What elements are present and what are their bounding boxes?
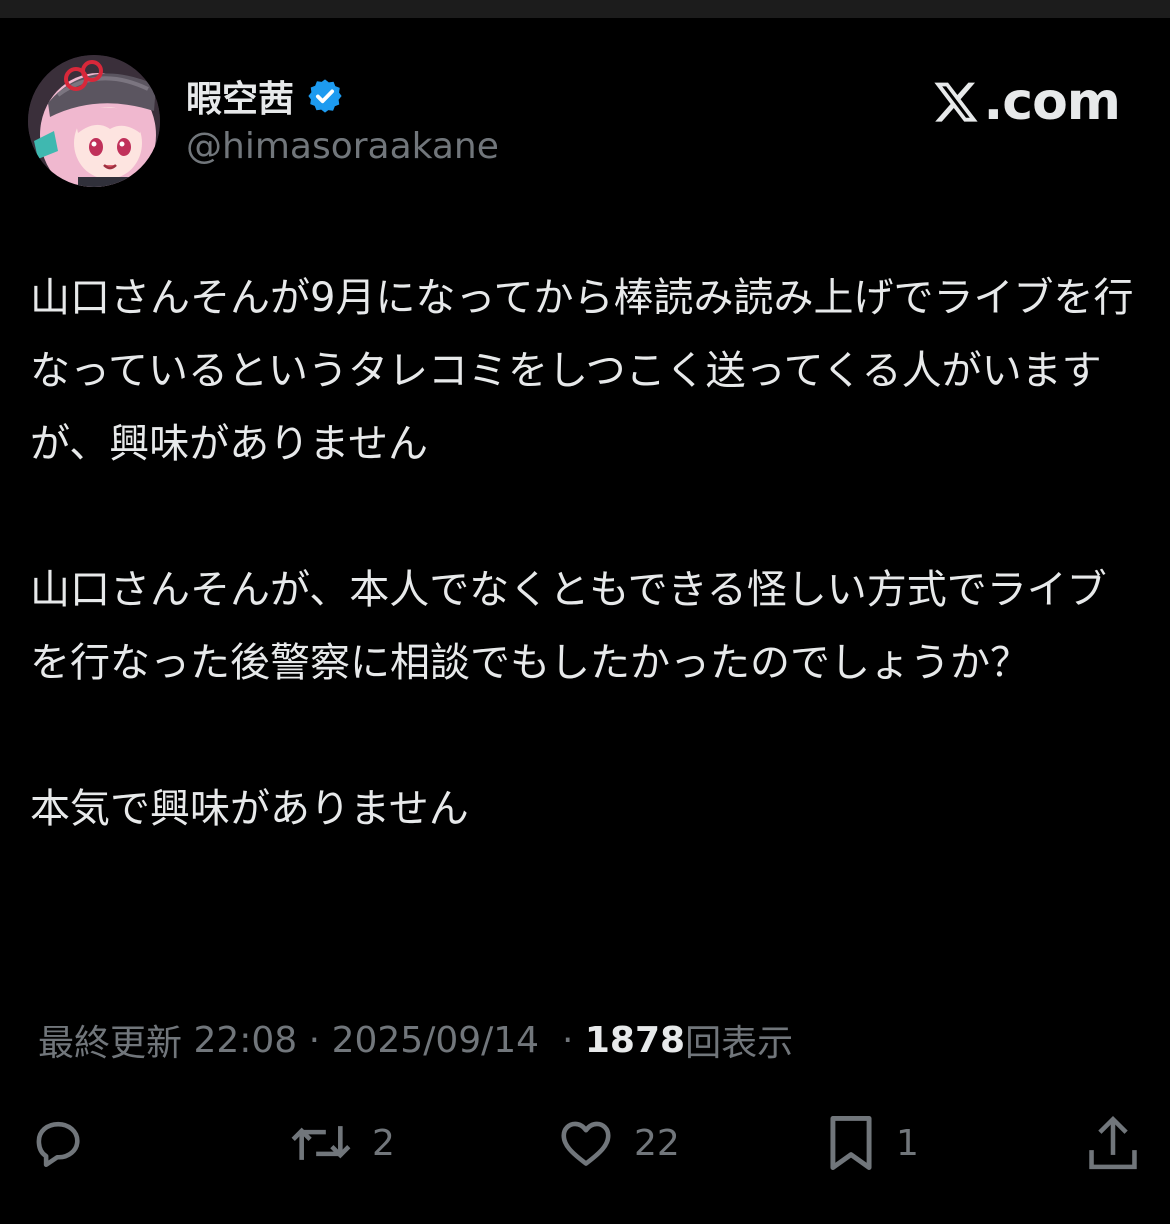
x-logo-icon — [933, 82, 978, 122]
meta-separator: · — [308, 1019, 321, 1061]
author-name-row: 暇空茜 — [186, 70, 344, 122]
tweet-paragraph: 本気で興味がありません — [30, 786, 469, 832]
author-handle[interactable]: @himasoraakane — [186, 126, 499, 167]
like-count: 22 — [634, 1122, 680, 1164]
brand-text: .com — [983, 72, 1121, 132]
bookmark-count: 1 — [896, 1122, 919, 1164]
heart-icon — [561, 1121, 611, 1166]
reply-icon — [36, 1121, 80, 1168]
anime-girl-avatar — [28, 55, 160, 187]
action-bar: 2 22 1 — [0, 1108, 1170, 1178]
tweet-date[interactable]: 2025/09/14 — [332, 1020, 540, 1061]
brand-watermark: .com — [932, 72, 1121, 132]
last-updated-label: 最終更新 — [38, 1023, 183, 1064]
like-button[interactable]: 22 — [556, 1108, 680, 1178]
tweet-time[interactable]: 22:08 — [193, 1020, 297, 1061]
view-label: 回表示 — [685, 1023, 794, 1064]
share-icon — [1089, 1115, 1137, 1170]
share-button[interactable] — [1084, 1108, 1142, 1178]
tweet-paragraph: 山口さんそんが9月になってから棒読み読み上げでライブを行なっているというタレコミ… — [30, 275, 1134, 467]
bookmark-icon — [830, 1116, 872, 1170]
view-count: 1878 — [584, 1019, 686, 1061]
tweet-paragraph: 山口さんそんが、本人でなくともできる怪しい方式でライブを行なった後警察に相談でも… — [30, 567, 1107, 686]
repost-button[interactable]: 2 — [288, 1108, 395, 1178]
tweet-text: 山口さんそんが9月になってから棒読み読み上げでライブを行なっているというタレコミ… — [30, 262, 1140, 846]
display-name[interactable]: 暇空茜 — [186, 70, 294, 122]
bookmark-button[interactable]: 1 — [824, 1108, 919, 1178]
top-strip — [0, 0, 1170, 18]
meta-separator: · — [561, 1019, 574, 1061]
tweet-meta: 最終更新 22:08 · 2025/09/14 · 1878 回表示 — [38, 1014, 793, 1066]
repost-icon — [291, 1126, 351, 1160]
verified-badge-icon — [308, 79, 342, 113]
avatar[interactable] — [28, 55, 160, 187]
reply-button[interactable] — [28, 1108, 86, 1178]
repost-count: 2 — [372, 1122, 395, 1164]
